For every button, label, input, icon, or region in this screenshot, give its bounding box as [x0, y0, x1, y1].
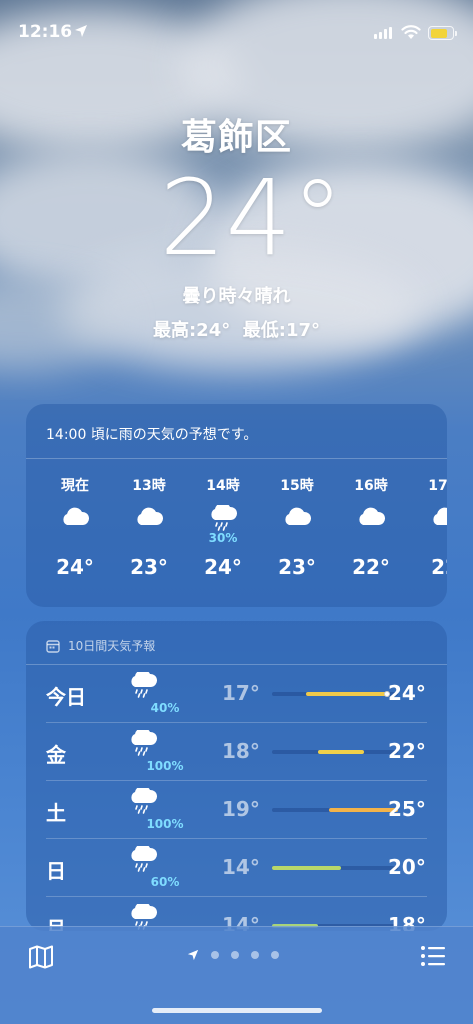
day-row[interactable]: 今日 40% 17° 24° — [46, 665, 427, 723]
hour-temp: 23° — [278, 555, 316, 579]
weather-condition: 曇り時々晴れ — [182, 286, 291, 307]
hour-temp: 24° — [56, 555, 94, 579]
hour-label: 15時 — [280, 478, 314, 494]
day-precip: 100% — [146, 817, 184, 831]
hour-item: 13時 23° — [112, 475, 186, 595]
temp-range-bar — [272, 750, 398, 754]
map-icon[interactable] — [28, 945, 54, 969]
day-precip: 100% — [146, 759, 184, 773]
hour-item: 14時 30% 24° — [186, 475, 260, 595]
battery-icon — [428, 26, 454, 40]
high-low-temperature: 最高:24° 最低:17° — [152, 320, 321, 341]
hour-label: 14時 — [206, 478, 240, 494]
temp-range-bar — [272, 808, 398, 812]
hourly-list[interactable]: 現在 24° 13時 23° 14時 30% 24° 15時 23° 16時 2… — [26, 475, 447, 595]
cloud-rain-icon — [128, 669, 158, 704]
day-name: 今日 — [46, 685, 86, 709]
temp-range-fill — [272, 866, 341, 870]
day-precip: 60% — [150, 875, 180, 889]
hourly-forecast-card[interactable]: 14:00 頃に雨の天気の予想です。 現在 24° 13時 23° 14時 30… — [26, 404, 447, 607]
location-arrow-icon — [187, 949, 199, 961]
day-high-temp: 25° — [388, 797, 426, 821]
hour-label: 16時 — [354, 478, 388, 494]
ten-day-title: 10日間天気予報 — [68, 639, 156, 653]
day-high-temp: 24° — [388, 681, 426, 705]
day-row[interactable]: 日 60% 14° 20° — [46, 839, 427, 897]
cloud-rain-icon — [128, 843, 158, 878]
hour-item: 16時 22° — [334, 475, 408, 595]
page-dot — [211, 951, 219, 959]
temp-range-fill — [317, 750, 364, 754]
cellular-signal-icon — [374, 27, 392, 39]
location-arrow-icon — [75, 25, 87, 37]
hour-item: 17時 22 — [408, 475, 447, 595]
list-icon[interactable] — [420, 945, 446, 967]
page-dot — [271, 951, 279, 959]
hour-label: 13時 — [132, 478, 166, 494]
hour-label: 17時 — [428, 478, 447, 494]
hour-temp: 23° — [130, 555, 168, 579]
day-list: 今日 40% 17° 24° 金 100% 18° 22° 土 100% 19° 25° 日 60% 14°… — [26, 665, 447, 931]
cloud-rain-icon — [211, 505, 237, 531]
status-bar: 12:16 — [0, 0, 473, 64]
day-high-temp: 20° — [388, 855, 426, 879]
current-weather: 葛飾区 24° 曇り時々晴れ 最高:24° 最低:17° — [0, 108, 473, 342]
hour-item: 現在 24° — [38, 475, 112, 595]
day-row[interactable]: 金 100% 18° 22° — [46, 723, 427, 781]
wifi-icon — [401, 25, 421, 39]
page-dot — [231, 951, 239, 959]
current-temperature: 24° — [159, 157, 344, 279]
cloud-icon — [63, 507, 90, 525]
day-name: 日 — [46, 859, 66, 883]
day-low-temp: 17° — [222, 681, 260, 705]
day-row[interactable]: 土 100% 19° 25° — [46, 781, 427, 839]
status-time: 12:16 — [18, 22, 73, 42]
temp-range-fill — [306, 692, 387, 696]
hour-temp: 22° — [352, 555, 390, 579]
day-low-temp: 19° — [222, 797, 260, 821]
day-name: 土 — [46, 801, 66, 825]
cloud-icon — [137, 507, 164, 525]
day-low-temp: 18° — [222, 739, 260, 763]
page-indicator[interactable] — [187, 949, 279, 961]
ten-day-header: 10日間天気予報 — [26, 621, 447, 665]
cloud-icon — [433, 507, 447, 525]
day-low-temp: 14° — [222, 855, 260, 879]
hour-temp: 22 — [431, 555, 447, 579]
temp-range-bar — [272, 691, 398, 697]
ten-day-forecast-card[interactable]: 10日間天気予報 今日 40% 17° 24° 金 100% 18° 22° 土 100% 19° 2… — [26, 621, 447, 931]
hour-precip: 30% — [208, 531, 238, 545]
hour-item: 15時 23° — [260, 475, 334, 595]
cloud-icon — [359, 507, 386, 525]
hour-label: 現在 — [61, 478, 89, 494]
day-high-temp: 22° — [388, 739, 426, 763]
hour-temp: 24° — [204, 555, 242, 579]
day-name: 金 — [46, 743, 66, 767]
cloud-rain-icon — [128, 727, 158, 762]
cloud-rain-icon — [128, 785, 158, 820]
temp-range-bar — [272, 866, 398, 870]
page-dot — [251, 951, 259, 959]
hourly-summary: 14:00 頃に雨の天気の予想です。 — [26, 404, 447, 459]
city-name: 葛飾区 — [180, 117, 292, 158]
calendar-icon — [46, 639, 60, 653]
cloud-icon — [285, 507, 312, 525]
day-precip: 40% — [150, 701, 180, 715]
home-indicator[interactable] — [152, 1008, 322, 1013]
